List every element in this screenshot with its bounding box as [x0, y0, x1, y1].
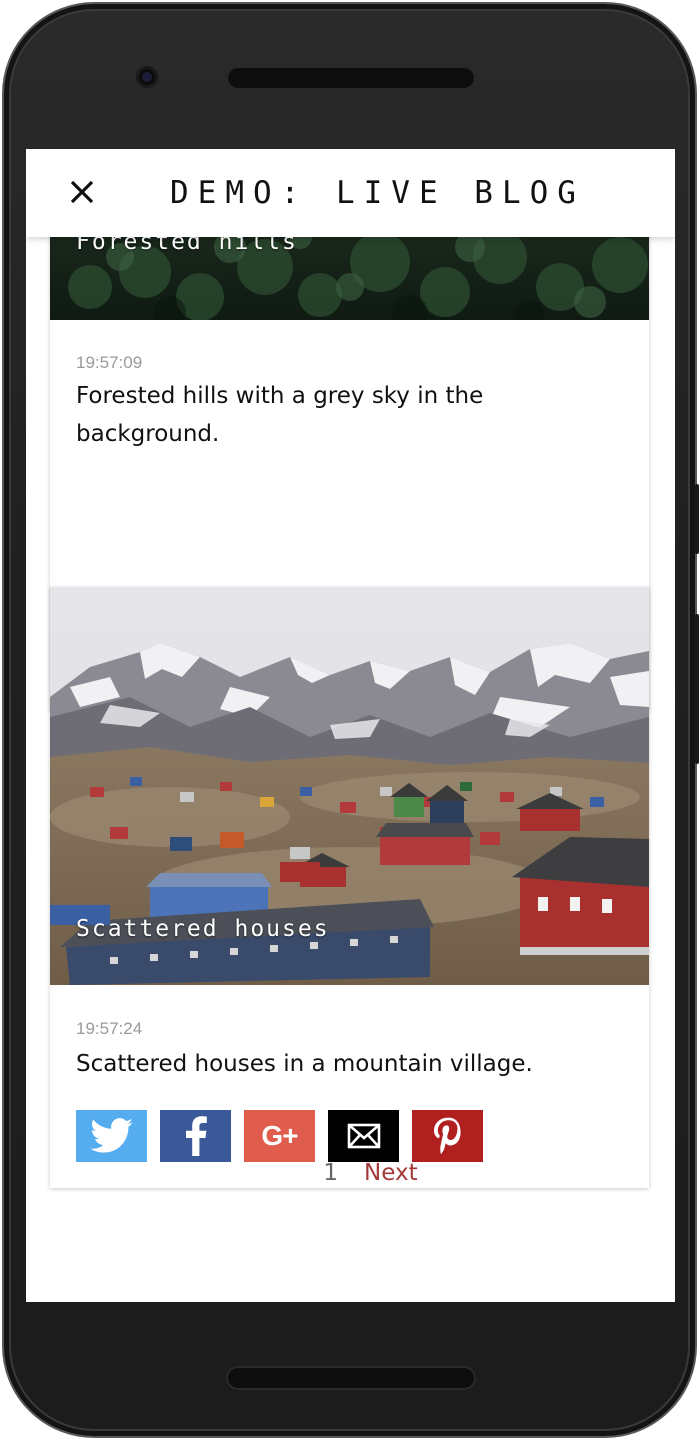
current-page-number: 1 — [323, 1160, 339, 1186]
post-timestamp: 19:57:09 — [76, 353, 143, 372]
next-page-link[interactable]: Next — [364, 1160, 418, 1186]
post-body: Forested hills with a grey sky in the ba… — [76, 383, 484, 447]
page-title: DEMO: LIVE BLOG — [170, 175, 585, 211]
pagination: 1 Next — [26, 1153, 675, 1193]
blog-post: Scattered houses 19:57:24 Scattered hous… — [50, 587, 649, 1188]
bottom-speaker — [226, 1366, 476, 1390]
post-body: Scattered houses in a mountain village. — [76, 1051, 533, 1077]
post-image: Scattered houses — [50, 587, 649, 985]
phone-side-button — [695, 614, 699, 764]
phone-side-button — [695, 484, 699, 554]
google-plus-icon: G+ — [261, 1120, 298, 1151]
facebook-icon — [185, 1116, 207, 1156]
top-bar: DEMO: LIVE BLOG — [26, 149, 675, 237]
app-screen: DEMO: LIVE BLOG Forested hills 19:57:09 … — [26, 149, 675, 1302]
email-icon — [347, 1123, 380, 1149]
post-timestamp: 19:57:24 — [76, 1019, 143, 1038]
image-caption: Scattered houses — [76, 916, 330, 942]
earpiece-speaker — [226, 66, 476, 90]
twitter-icon — [89, 1118, 133, 1153]
close-button[interactable] — [64, 175, 100, 211]
close-icon — [70, 180, 94, 204]
front-camera — [136, 66, 158, 88]
pinterest-icon — [433, 1117, 461, 1154]
